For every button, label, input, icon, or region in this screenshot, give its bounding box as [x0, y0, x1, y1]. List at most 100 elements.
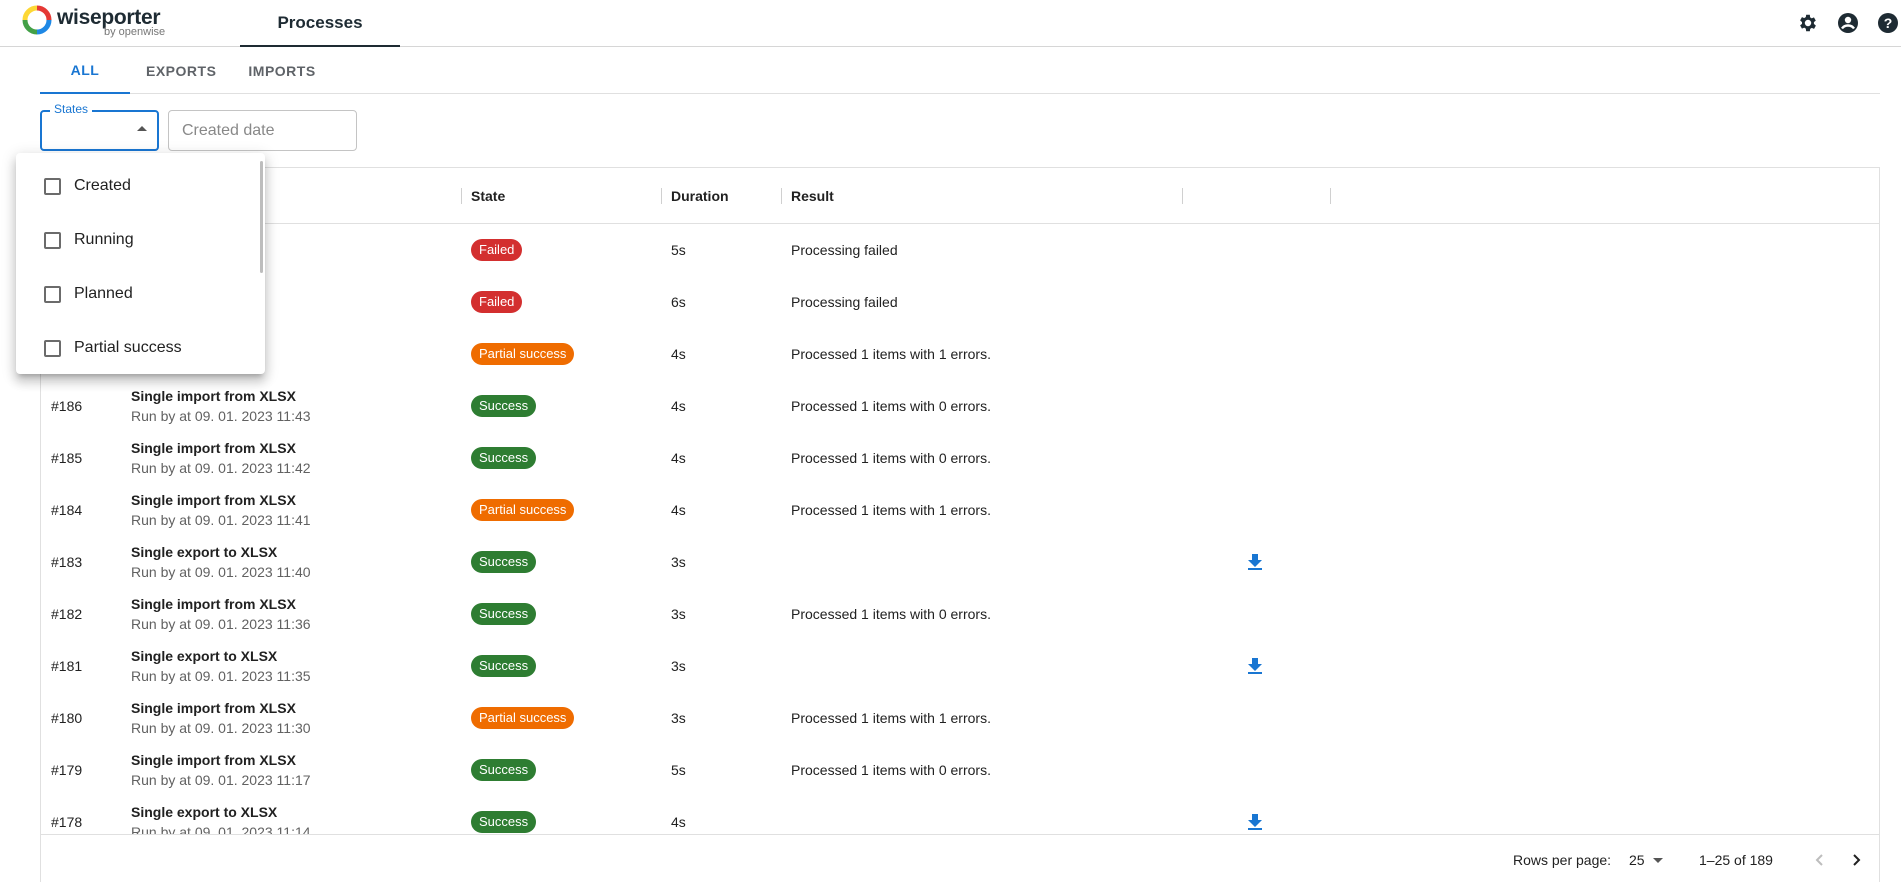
- table-row[interactable]: #185 Single import from XLSX Run by at 09.…: [41, 432, 1879, 484]
- table-row[interactable]: #186 Single import from XLSX Run by at 09.…: [41, 380, 1879, 432]
- process-title-cell: Single import from XLSX Run by at 09. 01.…: [131, 380, 311, 432]
- process-title: Single export to XLSX: [131, 804, 278, 820]
- caret-up-icon: [137, 126, 147, 131]
- result-cell: Processing failed: [791, 294, 898, 310]
- states-select[interactable]: States: [40, 102, 159, 151]
- process-run-info: Run by at 09. 01. 2023 11:40: [131, 564, 311, 580]
- duration-cell: 4s: [671, 398, 686, 414]
- states-option[interactable]: Running: [16, 213, 256, 267]
- duration-cell: 4s: [671, 502, 686, 518]
- download-icon[interactable]: [1247, 796, 1263, 834]
- table-row[interactable]: 3 15:09Failed5sProcessing failed: [41, 224, 1879, 276]
- result-cell: Processed 1 items with 1 errors.: [791, 502, 991, 518]
- process-run-info: Run by at 09. 01. 2023 11:14: [131, 824, 311, 834]
- duration-cell: 4s: [671, 814, 686, 830]
- state-cell: Success: [471, 536, 537, 588]
- table-row[interactable]: #182 Single import from XLSX Run by at 09.…: [41, 588, 1879, 640]
- process-id: #185: [51, 450, 83, 466]
- table-row[interactable]: 3 16:00Failed6sProcessing failed: [41, 276, 1879, 328]
- status-badge: Success: [471, 447, 537, 469]
- processes-table: State Duration Result 3 15:09Failed5sPro…: [40, 167, 1880, 882]
- caret-down-icon[interactable]: [1653, 858, 1663, 863]
- tab-imports[interactable]: IMPORTS: [232, 47, 331, 94]
- duration-cell: 3s: [671, 606, 686, 622]
- process-run-info: Run by at 09. 01. 2023 11:17: [131, 772, 311, 788]
- column-separator[interactable]: [1330, 188, 1331, 204]
- status-badge: Success: [471, 655, 537, 677]
- state-cell: Success: [471, 640, 537, 692]
- toolbar-icons: ?: [1795, 10, 1901, 36]
- status-badge: Partial success: [471, 707, 575, 729]
- status-badge: Partial success: [471, 499, 575, 521]
- status-badge: Failed: [471, 239, 523, 261]
- header-duration[interactable]: Duration: [671, 168, 729, 224]
- process-title: Single import from XLSX: [131, 596, 296, 612]
- table-row[interactable]: #184 Single import from XLSX Run by at 09.…: [41, 484, 1879, 536]
- states-option[interactable]: Planned: [16, 267, 256, 321]
- table-row[interactable]: #180 Single import from XLSX Run by at 09.…: [41, 692, 1879, 744]
- pagination-range: 1–25 of 189: [1699, 852, 1773, 868]
- column-separator[interactable]: [1182, 188, 1183, 204]
- table-body: 3 15:09Failed5sProcessing failed3 16:00F…: [41, 224, 1879, 834]
- process-run-info: Run by at 09. 01. 2023 11:35: [131, 668, 311, 684]
- state-cell: Failed: [471, 224, 523, 276]
- option-label: Created: [74, 177, 131, 194]
- tab-exports[interactable]: EXPORTS: [130, 47, 232, 94]
- process-title-cell: Single import from XLSX Run by at 09. 01.…: [131, 588, 311, 640]
- account-circle-icon[interactable]: [1835, 10, 1861, 36]
- header-result[interactable]: Result: [791, 168, 834, 224]
- table-row[interactable]: 3 11:44Partial success4sProcessed 1 item…: [41, 328, 1879, 380]
- download-icon[interactable]: [1247, 536, 1263, 588]
- process-title-cell: Single import from XLSX Run by at 09. 01.…: [131, 692, 311, 744]
- help-circle-icon[interactable]: ?: [1875, 10, 1901, 36]
- checkbox[interactable]: [44, 285, 61, 303]
- created-date-field[interactable]: Created date: [168, 110, 357, 151]
- table-row[interactable]: #178 Single export to XLSX Run by at 09. 0…: [41, 796, 1879, 834]
- duration-cell: 4s: [671, 346, 686, 362]
- checkbox[interactable]: [44, 177, 61, 195]
- process-id: #179: [51, 762, 83, 778]
- process-tabs: ALL EXPORTS IMPORTS: [40, 47, 1880, 94]
- result-cell: Processed 1 items with 1 errors.: [791, 346, 991, 362]
- table-row[interactable]: #179 Single import from XLSX Run by at 09.…: [41, 744, 1879, 796]
- option-label: Planned: [74, 285, 133, 302]
- status-badge: Success: [471, 759, 537, 781]
- process-title-cell: Single export to XLSX Run by at 09. 01. 2…: [131, 536, 311, 588]
- column-separator[interactable]: [461, 188, 462, 204]
- process-title: Single import from XLSX: [131, 388, 296, 404]
- wiseporter-logo[interactable]: wiseporter by openwise: [22, 3, 172, 39]
- table-row[interactable]: #183 Single export to XLSX Run by at 09. 0…: [41, 536, 1879, 588]
- table-row[interactable]: #181 Single export to XLSX Run by at 09. 0…: [41, 640, 1879, 692]
- previous-page-button[interactable]: [1808, 848, 1832, 872]
- next-page-button[interactable]: [1844, 848, 1868, 872]
- checkbox[interactable]: [44, 231, 61, 249]
- process-id: #182: [51, 606, 83, 622]
- download-icon[interactable]: [1247, 640, 1263, 692]
- process-run-info: Run by at 09. 01. 2023 11:43: [131, 408, 311, 424]
- checkbox[interactable]: [44, 339, 61, 357]
- nav-processes[interactable]: Processes: [240, 0, 400, 47]
- header-state[interactable]: State: [471, 168, 505, 224]
- states-option[interactable]: Partial success: [16, 321, 256, 375]
- rows-per-page-select[interactable]: 25: [1629, 835, 1645, 885]
- column-separator[interactable]: [781, 188, 782, 204]
- gear-icon[interactable]: [1795, 10, 1821, 36]
- states-option[interactable]: Created: [16, 159, 256, 213]
- column-separator[interactable]: [661, 188, 662, 204]
- duration-cell: 3s: [671, 658, 686, 674]
- tab-all[interactable]: ALL: [40, 47, 130, 94]
- menu-scrollbar[interactable]: [260, 161, 263, 273]
- result-cell: Processed 1 items with 0 errors.: [791, 606, 991, 622]
- duration-cell: 5s: [671, 242, 686, 258]
- top-app-bar: wiseporter by openwise Processes ?: [0, 0, 1901, 47]
- process-title: Single import from XLSX: [131, 752, 296, 768]
- status-badge: Partial success: [471, 343, 575, 365]
- process-id: #184: [51, 502, 83, 518]
- status-badge: Success: [471, 551, 537, 573]
- duration-cell: 3s: [671, 554, 686, 570]
- process-title-cell: Single export to XLSX Run by at 09. 01. 2…: [131, 796, 311, 834]
- process-id: #186: [51, 398, 83, 414]
- process-title: Single export to XLSX: [131, 544, 278, 560]
- process-title: Single import from XLSX: [131, 440, 296, 456]
- table-header: State Duration Result: [41, 168, 1879, 224]
